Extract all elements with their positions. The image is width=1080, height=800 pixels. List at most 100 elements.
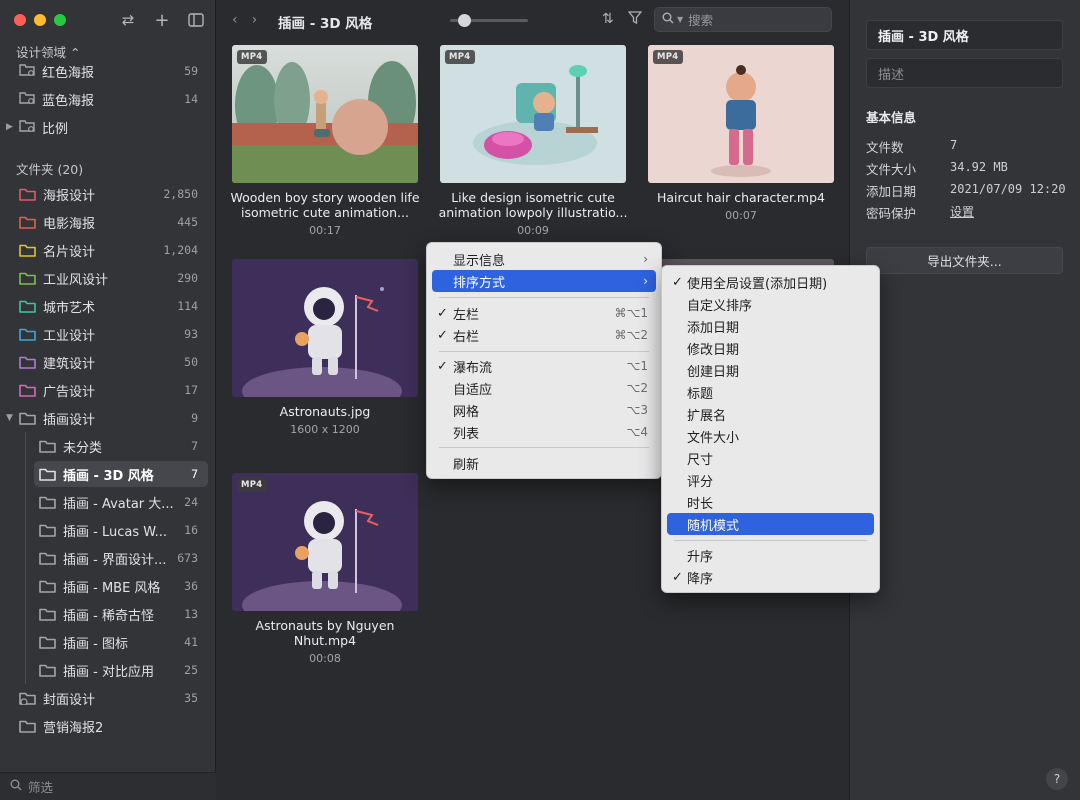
sidebar-item-blue-poster[interactable]: 蓝色海报 14 [0, 85, 216, 113]
close-window-button[interactable] [14, 14, 26, 26]
sidebar-subfolder[interactable]: 插画 - MBE 风格 36 [0, 572, 216, 600]
swap-icon[interactable]: ⇄ [118, 10, 138, 30]
sort-option[interactable]: 随机模式 [667, 513, 874, 535]
sidebar-subfolder[interactable]: 插画 - Lucas W... 16 [0, 516, 216, 544]
menu-item-right-pane[interactable]: ✓ 右栏 ⌘⌥2 [432, 324, 656, 346]
menu-item-waterfall[interactable]: ✓ 瀑布流 ⌥1 [432, 355, 656, 377]
sidebar-item-label: 插画 - MBE 风格 [63, 580, 161, 596]
thumbnail[interactable]: MP4 [232, 45, 418, 183]
sidebar-item-count: 673 [177, 551, 198, 565]
sidebar-folder[interactable]: ▼ 插画设计 9 [0, 404, 216, 432]
menu-item-sort-by[interactable]: 排序方式 › [432, 270, 656, 292]
sidebar-subfolder[interactable]: 插画 - 图标 41 [0, 628, 216, 656]
checkmark-icon: ✓ [437, 358, 448, 374]
file-type-badge: MP4 [237, 478, 267, 492]
filter-input[interactable]: 筛选 [28, 777, 53, 796]
sidebar-folder[interactable]: 广告设计 17 [0, 376, 216, 404]
sidebar-folder[interactable]: 建筑设计 50 [0, 348, 216, 376]
thumbnail[interactable]: MP4 [648, 45, 834, 183]
sort-option[interactable]: 尺寸 [667, 447, 874, 469]
sidebar-subfolder[interactable]: 未分类 7 [0, 432, 216, 460]
sort-option[interactable]: 创建日期 [667, 359, 874, 381]
chevron-right-icon: › [643, 252, 648, 266]
add-icon[interactable]: + [152, 10, 172, 31]
sidebar-item-label: 蓝色海报 [42, 93, 95, 109]
sidebar-item-count: 41 [184, 635, 198, 649]
menu-item-label: 随机模式 [687, 518, 740, 534]
folder-icon [19, 383, 36, 397]
thumbnail[interactable]: MP4 [232, 473, 418, 611]
sidebar-subfolder[interactable]: 插画 - 3D 风格 7 [0, 460, 216, 488]
sidebar-subfolder[interactable]: 插画 - 对比应用 25 [0, 656, 216, 684]
description-field[interactable]: 描述 [866, 58, 1063, 88]
menu-item-left-pane[interactable]: ✓ 左栏 ⌘⌥1 [432, 302, 656, 324]
sidebar-folder[interactable]: 封面设计 35 [0, 684, 216, 712]
sort-option[interactable]: ✓ 降序 [667, 566, 874, 588]
sidebar-item-ratio[interactable]: ▶ 比例 [0, 113, 216, 141]
menu-item-adaptive[interactable]: 自适应 ⌥2 [432, 377, 656, 399]
menu-shortcut: ⌥3 [626, 403, 648, 417]
chevron-down-icon[interactable]: ▼ [677, 15, 683, 24]
sidebar-item-count: 17 [184, 383, 198, 397]
search-field[interactable]: ▼ 搜索 [654, 7, 832, 32]
folder-icon [19, 271, 36, 285]
sort-option[interactable]: 文件大小 [667, 425, 874, 447]
sort-option[interactable]: 添加日期 [667, 315, 874, 337]
asset-meta: 00:08 [309, 652, 341, 665]
filter-icon[interactable] [627, 11, 643, 28]
export-folder-button[interactable]: 导出文件夹... [866, 247, 1063, 274]
sort-option[interactable]: 标题 [667, 381, 874, 403]
sort-option[interactable]: 评分 [667, 469, 874, 491]
sidebar-folder[interactable]: 电影海报 445 [0, 208, 216, 236]
sidebar-subfolder[interactable]: 插画 - 界面设计... 673 [0, 544, 216, 572]
back-icon[interactable]: ‹ [232, 12, 238, 28]
menu-item-label: 尺寸 [687, 452, 714, 468]
sidebar-toggle-icon[interactable] [186, 10, 206, 30]
search-input[interactable]: 搜索 [688, 10, 713, 29]
filter-bar[interactable]: 筛选 [0, 772, 216, 800]
folder-name-field[interactable]: 插画 - 3D 风格 [866, 20, 1063, 50]
sort-icon[interactable]: ⇅ [602, 11, 614, 27]
sidebar-item-label: 海报设计 [43, 188, 96, 204]
sidebar-folder[interactable]: 营销海报2 [0, 712, 216, 740]
chevron-right-icon[interactable]: ▶ [6, 122, 16, 132]
sidebar-subfolder[interactable]: 插画 - 稀奇古怪 13 [0, 600, 216, 628]
sidebar-folder[interactable]: 海报设计 2,850 [0, 180, 216, 208]
menu-item-show-info[interactable]: 显示信息 › [432, 248, 656, 270]
sidebar-folder[interactable]: 城市艺术 114 [0, 292, 216, 320]
window-controls [14, 14, 66, 26]
sidebar-folder[interactable]: 工业设计 93 [0, 320, 216, 348]
sidebar-item-red-poster[interactable]: 红色海报 59 [0, 57, 216, 85]
menu-item-grid[interactable]: 网格 ⌥3 [432, 399, 656, 421]
smart-folder-icon [19, 62, 35, 80]
sort-option[interactable]: ✓ 使用全局设置(添加日期) [667, 271, 874, 293]
zoom-window-button[interactable] [54, 14, 66, 26]
sidebar: ⇄ + 设计领域 ⌃ 红色海报 59 蓝色海报 14 ▶ 比例 文件夹 (20)… [0, 0, 216, 800]
chevron-down-icon[interactable]: ▼ [6, 413, 16, 423]
menu-item-list[interactable]: 列表 ⌥4 [432, 421, 656, 443]
thumbnail[interactable]: MP4 [440, 45, 626, 183]
minimize-window-button[interactable] [34, 14, 46, 26]
sidebar-item-label: 红色海报 [42, 65, 95, 81]
menu-item-label: 时长 [687, 496, 714, 512]
forward-icon[interactable]: › [252, 12, 258, 28]
sidebar-subfolder[interactable]: 插画 - Avatar 大... 24 [0, 488, 216, 516]
sort-option[interactable]: 自定义排序 [667, 293, 874, 315]
password-set-link[interactable]: 设置 [950, 203, 974, 220]
slider-knob[interactable] [457, 14, 471, 27]
sidebar-item-count: 290 [177, 271, 198, 285]
menu-item-refresh[interactable]: 刷新 [432, 452, 656, 474]
sidebar-folder[interactable]: 工业风设计 290 [0, 264, 216, 292]
asset-caption: Astronauts by Nguyen Nhut.mp4 [255, 618, 395, 648]
help-button[interactable]: ? [1046, 768, 1068, 790]
sort-option[interactable]: 时长 [667, 491, 874, 513]
sort-option[interactable]: 扩展名 [667, 403, 874, 425]
sort-option[interactable]: 升序 [667, 544, 874, 566]
folder-icon [19, 355, 36, 369]
zoom-slider[interactable] [450, 14, 528, 27]
thumbnail[interactable] [232, 259, 418, 397]
asset-meta: 00:09 [517, 224, 549, 237]
sort-option[interactable]: 修改日期 [667, 337, 874, 359]
sidebar-folder[interactable]: 名片设计 1,204 [0, 236, 216, 264]
menu-separator [439, 297, 649, 298]
